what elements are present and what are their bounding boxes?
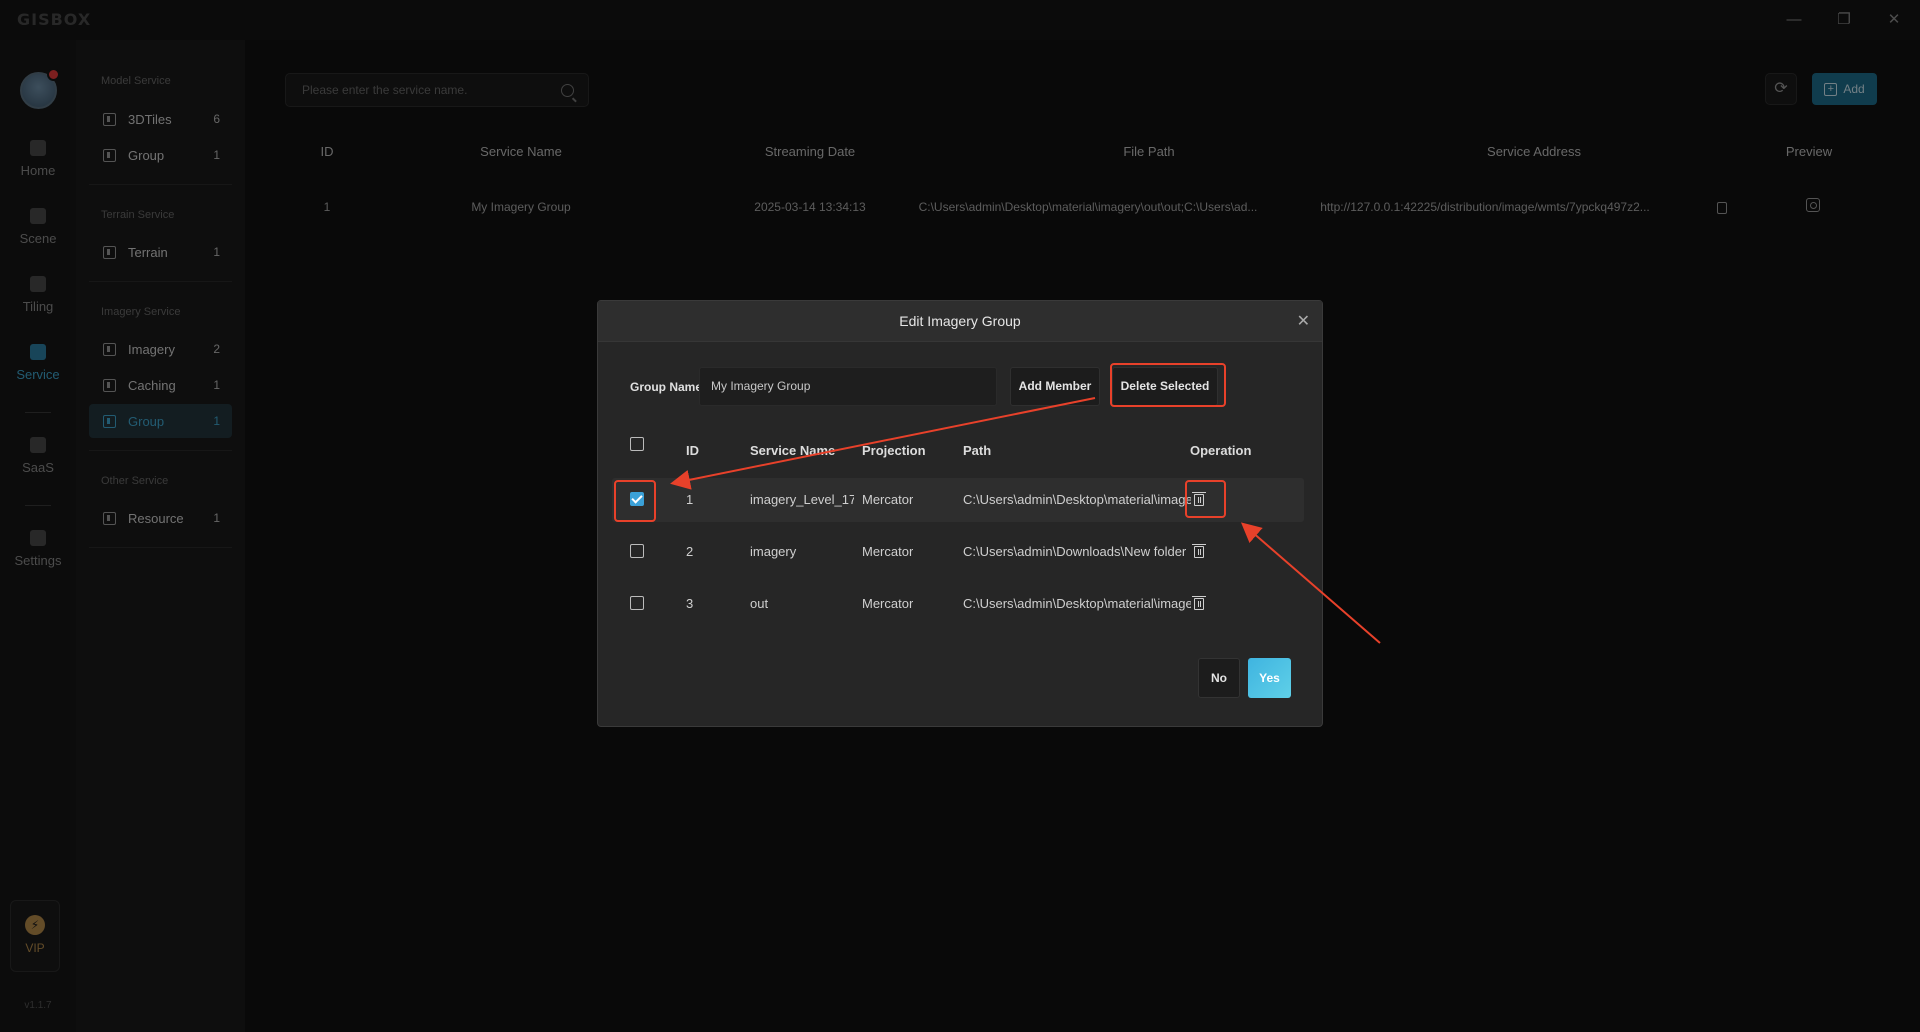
cell-id: 1 (686, 492, 694, 507)
group-name-input[interactable]: My Imagery Group (699, 367, 997, 406)
table-row[interactable]: 3 out Mercator C:\Users\admin\Desktop\ma… (612, 582, 1304, 626)
column-header-path: Path (963, 443, 992, 458)
cell-projection: Mercator (862, 544, 914, 559)
table-row[interactable]: 2 imagery Mercator C:\Users\admin\Downlo… (612, 530, 1304, 574)
dialog-header: Edit Imagery Group ✕ (598, 301, 1322, 342)
cell-service-name: imagery_Level_17 (750, 492, 854, 507)
yes-button[interactable]: Yes (1248, 658, 1291, 698)
annotation-box-checkbox (614, 480, 656, 522)
column-header-id: ID (686, 443, 699, 458)
cell-projection: Mercator (862, 492, 914, 507)
cell-id: 2 (686, 544, 694, 559)
cell-path: C:\Users\admin\Desktop\material\imagery (963, 596, 1191, 611)
column-header-operation: Operation (1190, 443, 1252, 458)
column-header-service-name: Service Name (750, 443, 836, 458)
dialog-title: Edit Imagery Group (899, 313, 1021, 329)
add-member-button[interactable]: Add Member (1010, 367, 1100, 406)
row-checkbox[interactable] (630, 544, 644, 558)
close-icon[interactable]: ✕ (1297, 311, 1310, 331)
delete-icon[interactable] (1192, 544, 1206, 558)
cell-id: 3 (686, 596, 694, 611)
row-checkbox[interactable] (630, 596, 644, 610)
select-all-checkbox[interactable] (630, 437, 644, 451)
column-header-projection: Projection (862, 443, 926, 458)
cell-path: C:\Users\admin\Desktop\material\imagery (963, 492, 1191, 507)
no-button[interactable]: No (1198, 658, 1240, 698)
cell-path: C:\Users\admin\Downloads\New folder (963, 544, 1187, 559)
cell-projection: Mercator (862, 596, 914, 611)
delete-icon[interactable] (1192, 596, 1206, 610)
cell-service-name: imagery (750, 544, 797, 559)
cell-service-name: out (750, 596, 769, 611)
group-name-label: Group Name (630, 380, 701, 394)
annotation-box-delete-selected (1110, 363, 1226, 407)
annotation-box-delete-icon (1185, 480, 1226, 518)
